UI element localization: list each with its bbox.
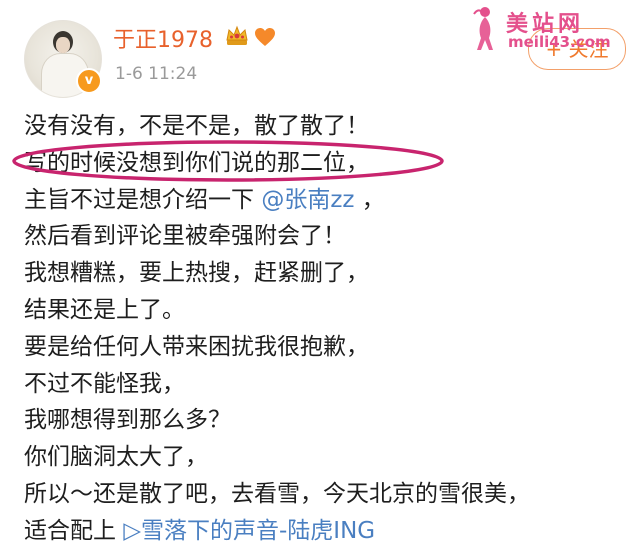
post-line-8: 不过不能怪我， — [24, 370, 185, 397]
post-line-3: 主旨不过是想介绍一下 @张南zz ， — [24, 182, 624, 219]
post-line-2: 写的时候没想到你们说的那二位， — [24, 149, 369, 176]
post-line-10: 你们脑洞太大了， — [24, 444, 208, 471]
post-line-5: 我想糟糕，要上热搜，赶紧删了， — [24, 260, 369, 287]
weibo-post-screenshot: v 于正1978 1-6 11:24 + 关注 美站网 meili43.com … — [0, 0, 640, 543]
crown-icon — [226, 25, 248, 45]
post-line-12-text: 适合配上 — [24, 517, 116, 543]
heart-icon — [255, 28, 275, 46]
post-line-9: 我哪想得到那么多？ — [24, 407, 231, 434]
post-line-12: 适合配上 ▷雪落下的声音-陆虎ING — [24, 513, 624, 543]
username[interactable]: 于正1978 — [113, 22, 213, 54]
verified-badge-icon: v — [76, 68, 102, 94]
post-content: 没有没有，不是不是，散了散了！ 写的时候没想到你们说的那二位， 主旨不过是想介绍… — [24, 108, 624, 543]
post-line-7: 要是给任何人带来困扰我很抱歉， — [24, 333, 369, 360]
post-line-6: 结果还是上了。 — [24, 296, 185, 323]
post-line-3-suffix: ， — [361, 186, 385, 213]
post-line-11: 所以～还是散了吧，去看雪，今天北京的雪很美， — [24, 480, 530, 507]
post-line-3-text: 主旨不过是想介绍一下 — [24, 186, 254, 213]
watermark-figure-icon — [473, 7, 493, 50]
post-line-1: 没有没有，不是不是，散了散了！ — [24, 113, 369, 139]
post-line-4: 然后看到评论里被牵强附会了！ — [24, 223, 346, 250]
post-timestamp: 1-6 11:24 — [115, 64, 198, 84]
watermark-url: meili43.com — [508, 33, 611, 51]
music-link[interactable]: ▷雪落下的声音-陆虎ING — [123, 518, 375, 543]
avatar-figure-face — [56, 37, 70, 53]
site-watermark: 美站网 meili43.com — [468, 4, 640, 52]
user-mention-link[interactable]: @张南zz — [261, 187, 354, 213]
